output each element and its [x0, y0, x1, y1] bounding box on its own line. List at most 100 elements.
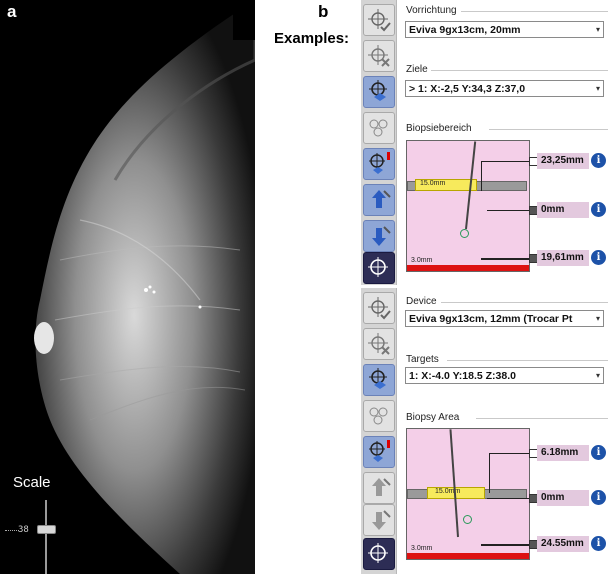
chevron-down-icon: ▾	[595, 84, 600, 93]
chevron-down-icon: ▾	[595, 25, 600, 34]
aperture-length: 15.0mm	[420, 180, 446, 187]
crosshair-remove-button[interactable]	[363, 40, 395, 72]
leader-line	[481, 161, 482, 191]
crosshair-x-icon	[368, 45, 390, 67]
device-label: Vorrichtung	[406, 5, 457, 16]
targets-label: Ziele	[406, 64, 428, 75]
readout-middle: 0mm	[537, 202, 589, 218]
crosshair-active-button[interactable]	[363, 252, 395, 284]
chevron-down-icon: ▾	[595, 371, 600, 380]
needle-up-button[interactable]	[363, 472, 395, 504]
targets-dropdown[interactable]: > 1: X:-2,5 Y:34,3 Z:37,0 ▾	[405, 80, 604, 97]
needle-arrow-up-icon	[372, 190, 391, 208]
panel-label-b: b	[318, 2, 329, 21]
readout-bottom: 24.55mm	[537, 536, 589, 552]
targets-dropdown[interactable]: 1: X:-4.0 Y:18.5 Z:38.0 ▾	[405, 367, 604, 384]
readout-top: 23,25mm	[537, 153, 589, 169]
biopsy-area-label: Biopsiebereich	[406, 123, 472, 134]
multi-target-icon	[369, 407, 388, 425]
scale-label: Scale	[13, 474, 51, 491]
crosshair-tool-button[interactable]	[363, 292, 395, 324]
needle-arrow-up-icon	[372, 478, 391, 496]
target-select-button[interactable]	[363, 364, 395, 396]
leader-line	[487, 210, 529, 211]
biopsy-area-label: Biopsy Area	[406, 412, 460, 423]
needle-down-button[interactable]	[363, 220, 395, 252]
safety-margin-bar	[407, 265, 529, 271]
safety-margin-bar	[407, 553, 529, 559]
crosshair-tool-button[interactable]	[363, 4, 395, 36]
cluster-tool-button[interactable]	[363, 400, 395, 432]
leader-line	[481, 161, 529, 162]
target-marker	[463, 515, 472, 524]
leader-line	[481, 544, 529, 546]
leader-line	[487, 498, 529, 499]
device-value: Eviva 9gx13cm, 20mm	[409, 24, 521, 36]
target-alert-icon	[369, 152, 390, 174]
targets-label: Targets	[406, 354, 439, 365]
needle-arrow-down-icon	[372, 226, 391, 246]
examples-label: Examples:	[274, 30, 350, 47]
target-marker	[460, 229, 469, 238]
crosshair-active-button[interactable]	[363, 538, 395, 570]
device-dropdown[interactable]: Eviva 9gx13cm, 12mm (Trocar Pt ▾	[405, 310, 604, 327]
info-icon[interactable]: i	[591, 445, 606, 460]
needle-up-button[interactable]	[363, 184, 395, 216]
needle-down-button[interactable]	[363, 504, 395, 536]
target-select-button[interactable]	[363, 76, 395, 108]
bottom-offset-text: 3.0mm	[411, 545, 433, 552]
crosshair-check-icon	[368, 9, 391, 32]
info-icon[interactable]: i	[591, 250, 606, 265]
biopsy-area-diagram: 15.0mm 3.0mm	[406, 140, 530, 272]
needle	[449, 429, 459, 538]
needle-arrow-down-icon	[372, 510, 391, 530]
needle-alert-button[interactable]	[363, 436, 395, 468]
target-alert-icon	[369, 440, 390, 462]
readout-top: 6.18mm	[537, 445, 589, 461]
target-overlay-icon	[369, 80, 387, 101]
target-overlay-icon	[369, 368, 387, 389]
crosshair-check-icon	[368, 297, 391, 320]
scale-slider-handle[interactable]	[37, 525, 56, 534]
needle-alert-button[interactable]	[363, 148, 395, 180]
tool-sidebar	[361, 0, 397, 285]
aperture-length: 15.0mm	[435, 488, 461, 495]
mammogram-image: a Scale 38	[0, 0, 255, 574]
crosshair-x-icon	[368, 333, 390, 355]
leader-line	[489, 453, 529, 454]
crosshair-remove-button[interactable]	[363, 328, 395, 360]
multi-target-icon	[369, 119, 388, 137]
targets-value: 1: X:-4.0 Y:18.5 Z:38.0	[409, 370, 516, 382]
chevron-down-icon: ▾	[595, 314, 600, 323]
biopsy-area-diagram: 15.0mm 3.0mm	[406, 428, 530, 560]
divider	[441, 302, 608, 303]
targets-value: > 1: X:-2,5 Y:34,3 Z:37,0	[409, 83, 526, 95]
bottom-offset-text: 3.0mm	[411, 257, 433, 264]
cluster-tool-button[interactable]	[363, 112, 395, 144]
scale-track	[45, 500, 47, 574]
divider	[447, 360, 608, 361]
info-icon[interactable]: i	[591, 202, 606, 217]
device-dropdown[interactable]: Eviva 9gx13cm, 20mm ▾	[405, 21, 604, 38]
divider	[461, 11, 608, 12]
divider	[489, 129, 608, 130]
target-crosshair-icon	[368, 257, 388, 277]
info-icon[interactable]: i	[591, 153, 606, 168]
tool-sidebar	[361, 288, 397, 574]
device-label: Device	[406, 296, 437, 307]
readout-bottom: 19,61mm	[537, 250, 589, 266]
scale-tick	[5, 530, 19, 531]
info-icon[interactable]: i	[591, 490, 606, 505]
divider	[476, 418, 608, 419]
leader-line	[489, 453, 490, 493]
device-value: Eviva 9gx13cm, 12mm (Trocar Pt	[409, 313, 573, 325]
biopsy-panel-german: Vorrichtung Eviva 9gx13cm, 20mm ▾ Ziele …	[361, 0, 612, 285]
readout-middle: 0mm	[537, 490, 589, 506]
info-icon[interactable]: i	[591, 536, 606, 551]
target-crosshair-icon	[368, 543, 388, 563]
biopsy-panel-english: Device Eviva 9gx13cm, 12mm (Trocar Pt ▾ …	[361, 288, 612, 574]
divider	[431, 70, 608, 71]
leader-line	[481, 258, 529, 260]
scale-value: 38	[18, 525, 29, 535]
panel-label-a: a	[7, 2, 17, 21]
